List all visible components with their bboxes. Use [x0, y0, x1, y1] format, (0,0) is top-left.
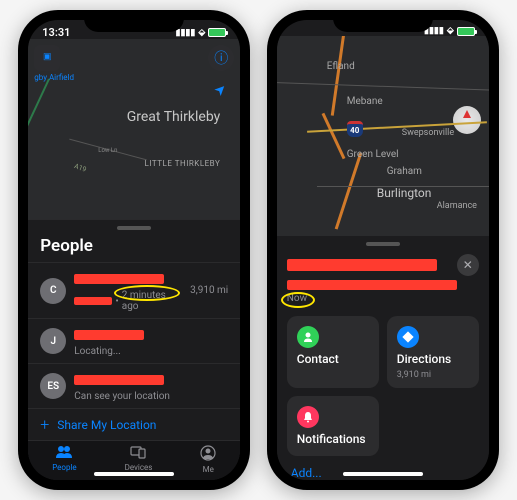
map-area[interactable]: 40 Efland Mebane Swepsonville Green Leve… [277, 36, 489, 236]
notifications-tile[interactable]: Notifications [287, 396, 379, 456]
tab-me[interactable]: Me [200, 445, 216, 474]
avatar: J [40, 328, 66, 354]
sheet-title: People [28, 236, 240, 262]
redacted-name [74, 274, 164, 284]
back-button[interactable]: ▣ [34, 45, 60, 71]
tile-row-2: Notifications [277, 392, 489, 460]
distance: 3,910 mi [190, 285, 228, 296]
person-row-2[interactable]: J Locating... [28, 318, 240, 363]
person-detail-sheet: ✕ Now Contact Direc [277, 236, 489, 480]
avatar: C [40, 278, 66, 304]
redacted-loc [74, 297, 112, 305]
nav-arrow-icon: ➤ [211, 80, 231, 100]
road-orange-2 [321, 113, 345, 160]
redacted-name [287, 259, 437, 271]
nav-arrow-button[interactable]: ➤ [208, 77, 234, 103]
tile-label: Contact [297, 352, 369, 366]
label-burlington: Burlington [377, 186, 432, 200]
detail-header: ✕ [277, 252, 489, 280]
road-orange-3 [334, 152, 362, 229]
tab-label: People [52, 463, 76, 472]
person-main: Can see your location [74, 370, 228, 402]
wifi-icon: ⬙ [198, 28, 205, 38]
redacted-name [74, 330, 144, 340]
phone-right: ▮▮▮▮ ⬙ 40 Efland Mebane Swepsonville Gre… [267, 10, 499, 490]
battery-icon [457, 27, 475, 36]
person-main: Locating... [74, 325, 228, 357]
devices-icon [129, 445, 147, 462]
tile-row-1: Contact Directions 3,910 mi [277, 312, 489, 392]
directions-tile[interactable]: Directions 3,910 mi [387, 316, 479, 388]
road-thin-1 [277, 82, 489, 91]
label-a19: A19 [73, 162, 87, 174]
close-button[interactable]: ✕ [457, 254, 479, 276]
road-orange-1 [331, 36, 346, 116]
avatar: ES [40, 373, 66, 399]
contact-icon [297, 326, 319, 348]
screen-left: 13:31 ▮▮▮▮ ⬙ ▣ gby Airfield ⓘ ➤ A19 Low … [28, 20, 240, 480]
info-button[interactable]: ⓘ [208, 45, 234, 71]
status-time: 13:31 [42, 26, 70, 39]
sheet-grabber[interactable] [117, 226, 151, 230]
battery-icon [208, 28, 226, 37]
status-right: ▮▮▮▮ ⬙ [176, 28, 227, 38]
tile-sub: 3,910 mi [397, 370, 469, 380]
home-indicator[interactable] [94, 472, 174, 476]
map-area[interactable]: ▣ gby Airfield ⓘ ➤ A19 Low Ln Great Thir… [28, 39, 240, 219]
label-mebane: Mebane [347, 96, 383, 107]
contact-tile[interactable]: Contact [287, 316, 379, 388]
notch [333, 10, 433, 32]
me-icon [200, 445, 216, 464]
map-hint: gby Airfield [34, 73, 74, 82]
person-row-1[interactable]: C • 2 minutes ago 3,910 mi [28, 262, 240, 318]
interstate-shield: 40 [347, 121, 363, 137]
compass-button[interactable] [453, 106, 481, 134]
screen-right: ▮▮▮▮ ⬙ 40 Efland Mebane Swepsonville Gre… [277, 20, 489, 480]
tab-people[interactable]: People [52, 445, 76, 474]
phone-left: 13:31 ▮▮▮▮ ⬙ ▣ gby Airfield ⓘ ➤ A19 Low … [18, 10, 250, 490]
now-label: Now [287, 293, 307, 304]
label-greenlevel: Green Level [347, 149, 399, 160]
share-label: Share My Location [57, 418, 156, 432]
person-row-3[interactable]: ES Can see your location [28, 363, 240, 408]
label-efland: Efland [327, 61, 355, 72]
people-sheet: People C • 2 minutes ago 3,910 mi J [28, 219, 240, 480]
plus-icon: + [40, 415, 49, 434]
tile-label: Directions [397, 352, 469, 366]
notch [84, 10, 184, 32]
directions-icon [397, 326, 419, 348]
road-a19 [28, 79, 50, 216]
home-indicator[interactable] [343, 472, 423, 476]
label-great-thirkleby: Great Thirkleby [127, 109, 221, 125]
tab-devices[interactable]: Devices [125, 445, 153, 474]
sheet-grabber[interactable] [366, 242, 400, 246]
close-icon: ✕ [463, 258, 473, 272]
redacted-address [287, 280, 457, 290]
tile-label: Notifications [297, 432, 369, 446]
person-main: • 2 minutes ago [74, 269, 182, 312]
person-sub: • 2 minutes ago [74, 290, 182, 312]
wifi-icon: ⬙ [447, 26, 454, 36]
tab-label: Me [203, 465, 214, 474]
bell-icon [297, 406, 319, 428]
status-right: ▮▮▮▮ ⬙ [424, 26, 475, 36]
person-status: Locating... [74, 346, 228, 357]
time-ago: 2 minutes ago [122, 290, 182, 312]
label-swepsonville: Swepsonville [402, 128, 454, 138]
info-icon: ⓘ [214, 48, 228, 68]
label-alamance: Alamance [437, 201, 477, 211]
label-lane: Low Ln [98, 147, 117, 154]
label-graham: Graham [387, 166, 422, 177]
label-little-thirkleby: LITTLE THIRKLEBY [145, 159, 221, 168]
detail-subheader: Now [277, 280, 489, 312]
back-icon: ▣ [43, 53, 52, 63]
person-status: Can see your location [74, 391, 228, 402]
share-location-button[interactable]: + Share My Location [28, 408, 240, 440]
tab-label: Devices [125, 463, 153, 472]
add-button[interactable]: Add... [277, 460, 489, 480]
people-icon [55, 445, 73, 462]
redacted-name [74, 375, 164, 385]
